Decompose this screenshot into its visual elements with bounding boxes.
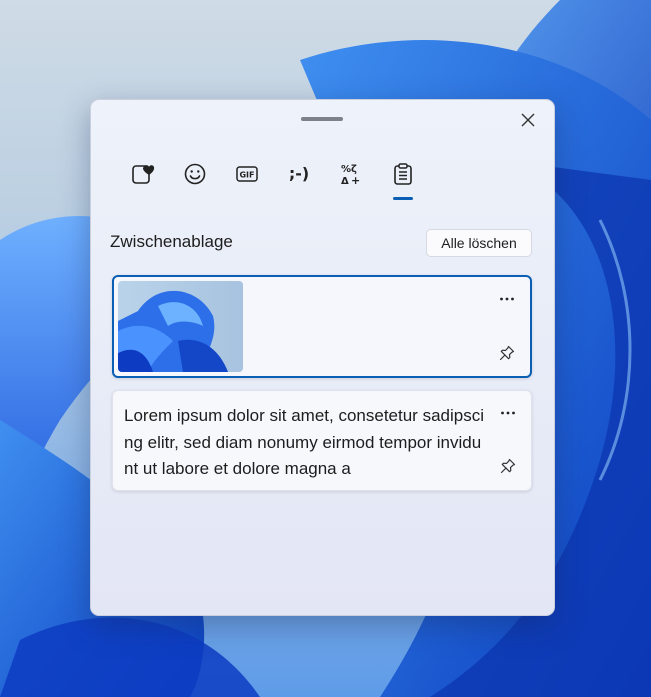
gif-label: GIF bbox=[239, 171, 254, 180]
tab-favorites[interactable] bbox=[117, 158, 169, 202]
pin-icon bbox=[500, 458, 516, 474]
svg-text:%: % bbox=[341, 164, 351, 175]
close-button[interactable] bbox=[515, 108, 541, 132]
clipboard-panel: GIF ;-) % ζ Δ + Zwischenablage Alle lösc… bbox=[90, 99, 555, 616]
tab-clipboard[interactable] bbox=[377, 158, 429, 202]
tab-bar: GIF ;-) % ζ Δ + bbox=[117, 158, 429, 202]
gif-icon: GIF bbox=[236, 166, 258, 182]
clipboard-icon bbox=[394, 163, 412, 185]
more-options-button[interactable] bbox=[494, 289, 520, 309]
more-icon bbox=[500, 297, 514, 301]
symbols-icon: % ζ Δ + bbox=[341, 164, 360, 186]
clear-all-button[interactable]: Alle löschen bbox=[426, 229, 532, 257]
section-title: Zwischenablage bbox=[110, 232, 233, 251]
tab-gif[interactable]: GIF bbox=[221, 158, 273, 202]
clipboard-item-text[interactable]: Lorem ipsum dolor sit amet, consetetur s… bbox=[112, 390, 532, 491]
svg-text:Δ: Δ bbox=[341, 176, 349, 186]
clipboard-item-image[interactable] bbox=[112, 275, 532, 378]
tab-symbols[interactable]: % ζ Δ + bbox=[325, 158, 377, 202]
more-options-button[interactable] bbox=[495, 403, 521, 423]
svg-text:+: + bbox=[351, 174, 360, 186]
kaomoji-label: ;-) bbox=[288, 164, 310, 183]
tab-emoji[interactable] bbox=[169, 158, 221, 202]
drag-handle[interactable] bbox=[301, 117, 343, 121]
more-icon bbox=[501, 411, 515, 415]
close-icon bbox=[521, 113, 535, 127]
heart-note-icon bbox=[132, 165, 155, 184]
smiley-icon bbox=[184, 163, 206, 185]
clipboard-image-thumbnail bbox=[118, 281, 243, 372]
pin-icon bbox=[499, 345, 515, 361]
selected-tab-indicator bbox=[393, 197, 413, 200]
clipboard-item-text-content: Lorem ipsum dolor sit amet, consetetur s… bbox=[124, 406, 484, 478]
pin-button[interactable] bbox=[495, 454, 521, 478]
tab-kaomoji[interactable]: ;-) bbox=[273, 158, 325, 202]
pin-button[interactable] bbox=[494, 341, 520, 365]
